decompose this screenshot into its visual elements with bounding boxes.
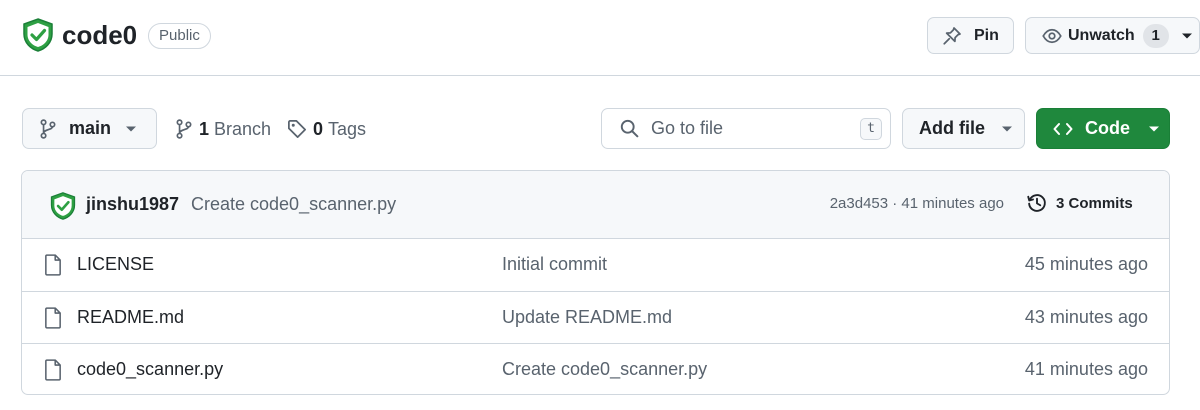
pin-label: Pin [974, 26, 999, 44]
file-commit-message[interactable]: Update README.md [502, 307, 672, 328]
code-button[interactable]: Code [1036, 108, 1170, 149]
go-to-file-input[interactable]: Go to file t [601, 108, 891, 149]
file-commit-message[interactable]: Initial commit [502, 254, 607, 275]
shortcut-key: t [860, 118, 882, 140]
repo-header: code0 Public Pin Unwatch 1 [0, 0, 1200, 76]
commit-sha-age[interactable]: 2a3d453 · 41 minutes ago [830, 195, 1004, 212]
branches-link[interactable]: 1 Branch [175, 117, 271, 141]
file-row[interactable]: README.md Update README.md 43 minutes ag… [22, 291, 1169, 343]
git-branch-icon [176, 119, 192, 139]
tags-link[interactable]: 0 Tags [287, 117, 366, 141]
commits-count-label: 3 Commits [1056, 194, 1133, 212]
go-to-file-placeholder: Go to file [651, 118, 724, 138]
chevron-down-icon [1002, 126, 1012, 131]
add-file-button[interactable]: Add file [902, 108, 1025, 149]
tag-icon [288, 120, 306, 138]
repo-avatar-shield-icon[interactable] [22, 18, 54, 52]
pin-icon [943, 26, 961, 45]
search-icon [620, 119, 639, 138]
file-icon [45, 307, 61, 329]
file-commit-message[interactable]: Create code0_scanner.py [502, 359, 707, 380]
file-table: jinshu1987 Create code0_scanner.py 2a3d4… [21, 170, 1170, 395]
file-icon [45, 359, 61, 381]
file-icon [45, 254, 61, 276]
file-name[interactable]: code0_scanner.py [77, 359, 223, 380]
branch-select-button[interactable]: main [22, 108, 157, 149]
git-branch-icon [40, 118, 56, 139]
commit-author[interactable]: jinshu1987 [86, 194, 179, 215]
file-row[interactable]: LICENSE Initial commit 45 minutes ago [22, 239, 1169, 291]
commits-history-link[interactable]: 3 Commits [1027, 193, 1133, 213]
file-name[interactable]: README.md [77, 307, 184, 328]
code-brackets-icon [1053, 122, 1073, 135]
file-age: 43 minutes ago [1024, 307, 1148, 327]
chevron-down-icon [126, 126, 137, 131]
repo-name[interactable]: code0 [62, 18, 137, 52]
watch-count: 1 [1142, 23, 1169, 48]
latest-commit-bar: jinshu1987 Create code0_scanner.py 2a3d4… [22, 171, 1169, 239]
visibility-badge: Public [148, 23, 211, 49]
tag-word: Tags [328, 118, 367, 139]
branch-name: main [69, 118, 112, 138]
pin-button[interactable]: Pin [927, 17, 1014, 54]
author-avatar-shield-icon[interactable] [49, 192, 77, 220]
history-clock-icon [1027, 194, 1046, 212]
file-age: 45 minutes ago [1024, 254, 1148, 274]
commit-message[interactable]: Create code0_scanner.py [191, 194, 396, 215]
branch-word: Branch [214, 118, 272, 139]
chevron-down-icon [1149, 126, 1159, 131]
branch-count: 1 [199, 118, 210, 139]
file-name[interactable]: LICENSE [77, 254, 154, 275]
file-row[interactable]: code0_scanner.py Create code0_scanner.py… [22, 343, 1169, 394]
unwatch-label: Unwatch [1068, 26, 1135, 44]
unwatch-button[interactable]: Unwatch 1 [1025, 17, 1200, 54]
code-label: Code [1085, 118, 1130, 138]
add-file-label: Add file [919, 118, 985, 138]
tag-count: 0 [313, 118, 324, 139]
file-age: 41 minutes ago [1024, 359, 1148, 379]
chevron-down-icon [1181, 33, 1192, 38]
eye-icon [1042, 28, 1062, 43]
